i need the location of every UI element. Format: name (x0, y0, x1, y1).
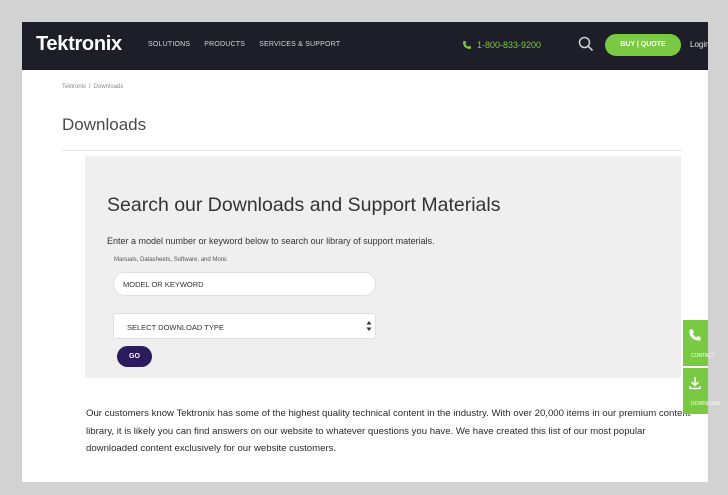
phone-number: 1-800-833-9200 (477, 40, 542, 50)
side-tab-contact[interactable]: CONTACT (683, 320, 715, 366)
top-navigation-bar: Tektronix SOLUTIONS PRODUCTS SERVICES & … (22, 22, 708, 70)
download-icon (689, 377, 701, 390)
title-divider (62, 150, 682, 151)
search-icon[interactable] (577, 35, 595, 53)
main-nav: SOLUTIONS PRODUCTS SERVICES & SUPPORT (148, 41, 340, 48)
side-tab-contact-label: CONTACT (691, 353, 715, 359)
model-keyword-input[interactable] (113, 272, 376, 296)
breadcrumb-current: Downloads (93, 84, 124, 90)
breadcrumb-home[interactable]: Tektronix (62, 84, 86, 90)
login-link[interactable]: Login (690, 40, 708, 49)
phone-icon (689, 329, 701, 341)
nav-solutions[interactable]: SOLUTIONS (148, 41, 190, 48)
download-type-select[interactable]: SELECT DOWNLOAD TYPE (113, 313, 376, 339)
buy-quote-button[interactable]: BUY | QUOTE (605, 34, 681, 56)
side-tab-download[interactable]: DOWNLOAD (683, 368, 720, 414)
select-arrows-icon (366, 321, 372, 331)
browser-frame: Tektronix SOLUTIONS PRODUCTS SERVICES & … (22, 22, 708, 482)
breadcrumb: Tektronix / Downloads (62, 84, 123, 90)
tektronix-logo[interactable]: Tektronix (36, 33, 122, 56)
search-description: Enter a model number or keyword below to… (107, 236, 435, 246)
search-panel: Search our Downloads and Support Materia… (85, 156, 681, 378)
download-type-select-value: SELECT DOWNLOAD TYPE (127, 323, 224, 332)
page-title: Downloads (62, 115, 147, 134)
phone-icon (463, 41, 471, 49)
go-button[interactable]: GO (117, 346, 152, 367)
side-tab-download-label: DOWNLOAD (691, 401, 721, 407)
nav-products[interactable]: PRODUCTS (204, 41, 245, 48)
intro-paragraph: Our customers know Tektronix has some of… (86, 408, 691, 454)
breadcrumb-separator: / (89, 84, 91, 90)
search-heading: Search our Downloads and Support Materia… (107, 194, 501, 216)
nav-services-support[interactable]: SERVICES & SUPPORT (259, 41, 340, 48)
phone-contact[interactable]: 1-800-833-9200 (462, 40, 541, 50)
search-input-label: Manuals, Datasheets, Software, and More: (114, 257, 228, 263)
